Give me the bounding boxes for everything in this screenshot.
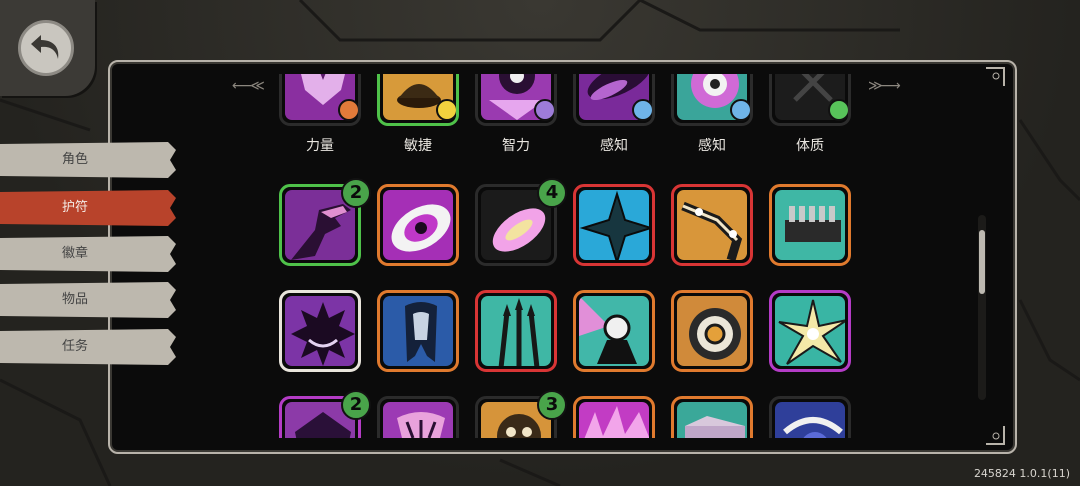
tab-background-active	[0, 190, 176, 226]
charm-count-badge: 4	[537, 178, 567, 208]
back-button[interactable]	[0, 0, 95, 96]
stat-intellect-icon[interactable]	[475, 74, 557, 126]
corner-ornament-icon	[986, 426, 1005, 445]
stat-label-perception-2: 感知	[698, 138, 726, 154]
charm-spears-icon[interactable]	[475, 290, 557, 372]
tab-character[interactable]: 角色	[0, 142, 176, 178]
charm-starburst-icon[interactable]	[769, 290, 851, 372]
lightning-element-icon	[436, 99, 456, 121]
fire-element-icon	[338, 99, 358, 121]
charm-star-icon[interactable]	[573, 184, 655, 266]
stat-label-perception: 感知	[600, 138, 628, 154]
charm-count-badge: 2	[341, 390, 371, 420]
back-arrow-icon	[18, 20, 74, 76]
charm-grid: 2 4 2 3	[260, 74, 880, 438]
tab-background	[0, 236, 176, 272]
stat-strength-icon[interactable]	[279, 74, 361, 126]
tab-label: 物品	[62, 292, 89, 307]
tab-background	[0, 142, 176, 178]
tab-label: 护符	[62, 200, 89, 215]
charm-chain-icon[interactable]	[671, 184, 753, 266]
arcane-element-icon	[534, 99, 554, 121]
charm-stone-slab-icon[interactable]	[671, 396, 753, 438]
charm-cog-icon[interactable]	[671, 290, 753, 372]
charm-fang-icon[interactable]	[377, 396, 459, 438]
stat-label-intellect: 智力	[502, 138, 530, 154]
tab-badge[interactable]: 徽章	[0, 236, 176, 272]
charm-count-badge: 2	[341, 178, 371, 208]
water-element-icon	[632, 99, 652, 121]
stat-constitution-icon[interactable]	[769, 74, 851, 126]
tab-charm[interactable]: 护符	[0, 190, 176, 226]
scrollbar-thumb[interactable]	[979, 230, 985, 294]
tab-label: 徽章	[62, 246, 89, 261]
stat-label-constitution: 体质	[796, 138, 824, 154]
version-label: 245824 1.0.1(11)	[973, 467, 1070, 480]
charm-eye-icon[interactable]	[377, 184, 459, 266]
scroll-left-arrow-icon: ⟵≪	[232, 78, 265, 94]
stat-perception-icon[interactable]	[573, 74, 655, 126]
tab-label: 任务	[62, 339, 89, 354]
charm-pink-flames-icon[interactable]	[573, 396, 655, 438]
nature-element-icon	[828, 99, 848, 121]
tab-background	[0, 329, 176, 365]
tab-background	[0, 282, 176, 318]
charm-count-badge: 3	[537, 390, 567, 420]
stat-agility-icon[interactable]	[377, 74, 459, 126]
charm-shattered-figure-icon[interactable]	[573, 290, 655, 372]
stat-label-strength: 力量	[306, 138, 334, 154]
tab-label: 角色	[62, 152, 89, 167]
charm-bullets-icon[interactable]	[769, 184, 851, 266]
water-element-icon	[730, 99, 750, 121]
stat-label-agility: 敏捷	[404, 138, 432, 154]
tab-quests[interactable]: 任务	[0, 329, 176, 365]
tab-items[interactable]: 物品	[0, 282, 176, 318]
charm-spiky-creature-icon[interactable]	[279, 290, 361, 372]
corner-ornament-icon	[986, 67, 1005, 86]
charm-storm-icon[interactable]	[769, 396, 851, 438]
charm-tooth-icon[interactable]	[377, 290, 459, 372]
stat-perception-2-icon[interactable]	[671, 74, 753, 126]
